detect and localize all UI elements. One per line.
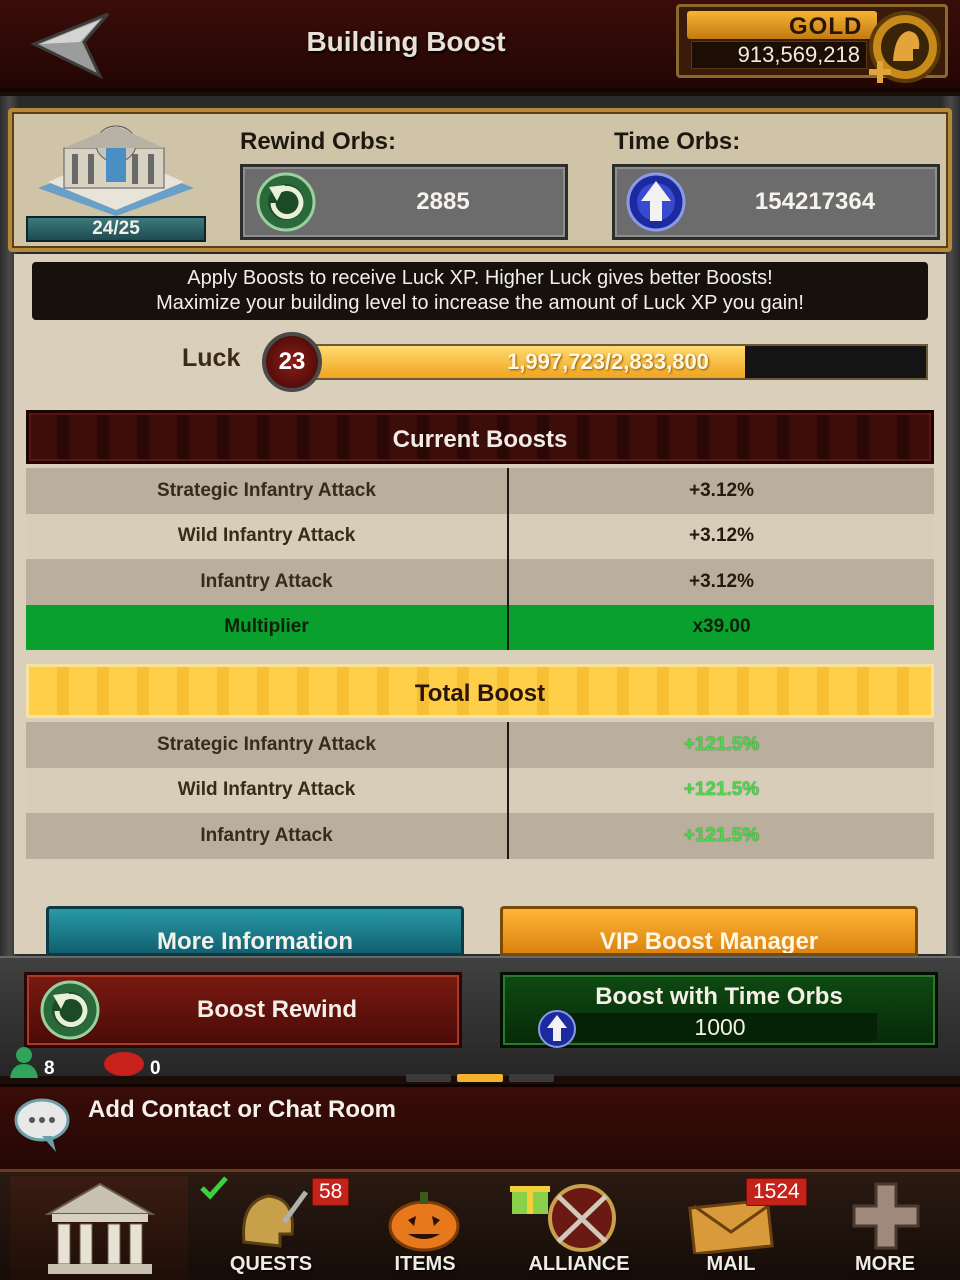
time-orbs-box[interactable]: 154217364 <box>612 164 940 240</box>
mail-badge: 1524 <box>746 1178 807 1206</box>
nav-items[interactable]: ITEMS <box>350 1172 500 1280</box>
messages-icon[interactable] <box>102 1050 146 1080</box>
quests-label: QUESTS <box>229 1253 313 1275</box>
time-orbs-label: Time Orbs: <box>614 128 741 155</box>
time-orbs-value: 154217364 <box>754 188 876 215</box>
boost-value: +3.12% <box>689 525 754 547</box>
table-row: Strategic Infantry Attack +3.12% <box>26 468 934 514</box>
luck-progress-bar: 1,997,723/2,833,800 <box>310 344 928 380</box>
table-row: Wild Infantry Attack +121.5% <box>26 767 934 813</box>
info-banner: Apply Boosts to receive Luck XP. Higher … <box>32 262 928 320</box>
online-count: 8 <box>44 1058 55 1079</box>
gold-value: 913,569,218 <box>691 41 867 69</box>
message-count: 0 <box>150 1058 161 1079</box>
current-boosts-header: Current Boosts <box>26 410 934 464</box>
luck-progress-text: 1,997,723/2,833,800 <box>507 349 709 374</box>
table-row: Infantry Attack +3.12% <box>26 559 934 605</box>
time-orb-icon <box>626 172 686 232</box>
building-level-badge: 24/25 <box>26 216 206 242</box>
time-orb-icon <box>538 1010 576 1048</box>
nav-alliance[interactable]: ALLIANCE <box>504 1172 654 1280</box>
page-title: Building Boost <box>306 26 506 57</box>
chat-bubble-icon[interactable] <box>12 1096 74 1156</box>
more-information-button[interactable]: More Information <box>46 906 464 956</box>
boost-rewind-button[interactable]: Boost Rewind <box>24 972 462 1048</box>
add-contact-text[interactable]: Add Contact or Chat Room <box>88 1096 396 1124</box>
multiplier-value: x39.00 <box>692 616 751 638</box>
rewind-orbs-value: 2885 <box>416 188 470 215</box>
nav-home[interactable] <box>10 1176 188 1280</box>
rewind-orb-icon <box>256 172 316 232</box>
nav-mail[interactable]: 1524 MAIL <box>656 1172 807 1280</box>
boost-value: +121.5% <box>683 733 760 755</box>
boost-name: Infantry Attack <box>26 559 509 605</box>
multiplier-row: Multiplier x39.00 <box>26 604 934 650</box>
multiplier-label: Multiplier <box>26 604 509 650</box>
gold-label: GOLD <box>789 13 863 40</box>
gold-display[interactable]: GOLD 913,569,218 <box>676 4 948 83</box>
gold-coin-icon <box>869 11 941 83</box>
rewind-orbs-label: Rewind Orbs: <box>240 128 397 155</box>
boost-name: Strategic Infantry Attack <box>26 468 509 514</box>
boost-name: Wild Infantry Attack <box>26 513 509 559</box>
more-label: MORE <box>855 1253 915 1275</box>
shield-icon <box>548 1184 616 1252</box>
boost-name: Wild Infantry Attack <box>26 767 509 813</box>
boost-value: +3.12% <box>689 570 754 592</box>
time-orbs-cost: 1000 <box>563 1013 877 1041</box>
page-indicator[interactable] <box>406 1074 554 1082</box>
back-arrow-icon[interactable] <box>30 10 112 80</box>
current-boosts-table: Strategic Infantry Attack +3.12% Wild In… <box>26 468 934 650</box>
plus-icon <box>852 1182 920 1250</box>
boost-rewind-label: Boost Rewind <box>197 996 357 1023</box>
boost-name: Infantry Attack <box>26 813 509 859</box>
building-icon <box>38 125 194 216</box>
rewind-orbs-box[interactable]: 2885 <box>240 164 568 240</box>
luck-label: Luck <box>182 344 241 372</box>
info-line-2: Maximize your building level to increase… <box>156 292 804 314</box>
rewind-orb-icon <box>40 980 100 1040</box>
vip-boost-manager-button[interactable]: VIP Boost Manager <box>500 906 918 956</box>
mail-label: MAIL <box>706 1253 756 1275</box>
helmet-icon <box>242 1190 309 1248</box>
table-row: Strategic Infantry Attack +121.5% <box>26 722 934 768</box>
envelope-icon <box>688 1198 774 1254</box>
table-row: Infantry Attack +121.5% <box>26 813 934 859</box>
nav-quests[interactable]: 58 QUESTS <box>196 1172 350 1280</box>
nav-more[interactable]: MORE <box>810 1172 960 1280</box>
boost-name: Strategic Infantry Attack <box>26 722 509 768</box>
total-boost-header: Total Boost <box>26 664 934 718</box>
boost-with-time-orbs-button[interactable]: Boost with Time Orbs 1000 <box>500 972 938 1048</box>
pumpkin-icon <box>388 1192 460 1252</box>
boost-time-orbs-label: Boost with Time Orbs <box>595 983 843 1010</box>
luck-level-badge: 23 <box>262 332 322 392</box>
online-users-icon[interactable] <box>6 1044 42 1080</box>
boost-value: +121.5% <box>683 779 760 801</box>
items-label: ITEMS <box>394 1253 456 1275</box>
boost-value: +121.5% <box>683 824 760 846</box>
town-hall-icon <box>44 1182 156 1274</box>
boost-value: +3.12% <box>689 479 754 501</box>
checkmark-icon <box>200 1176 228 1200</box>
info-line-1: Apply Boosts to receive Luck XP. Higher … <box>187 267 773 289</box>
alliance-label: ALLIANCE <box>528 1253 630 1275</box>
total-boost-table: Strategic Infantry Attack +121.5% Wild I… <box>26 722 934 859</box>
table-row: Wild Infantry Attack +3.12% <box>26 513 934 559</box>
quests-badge: 58 <box>312 1178 350 1206</box>
top-bar: Building Boost GOLD 913,569,218 <box>0 0 960 92</box>
